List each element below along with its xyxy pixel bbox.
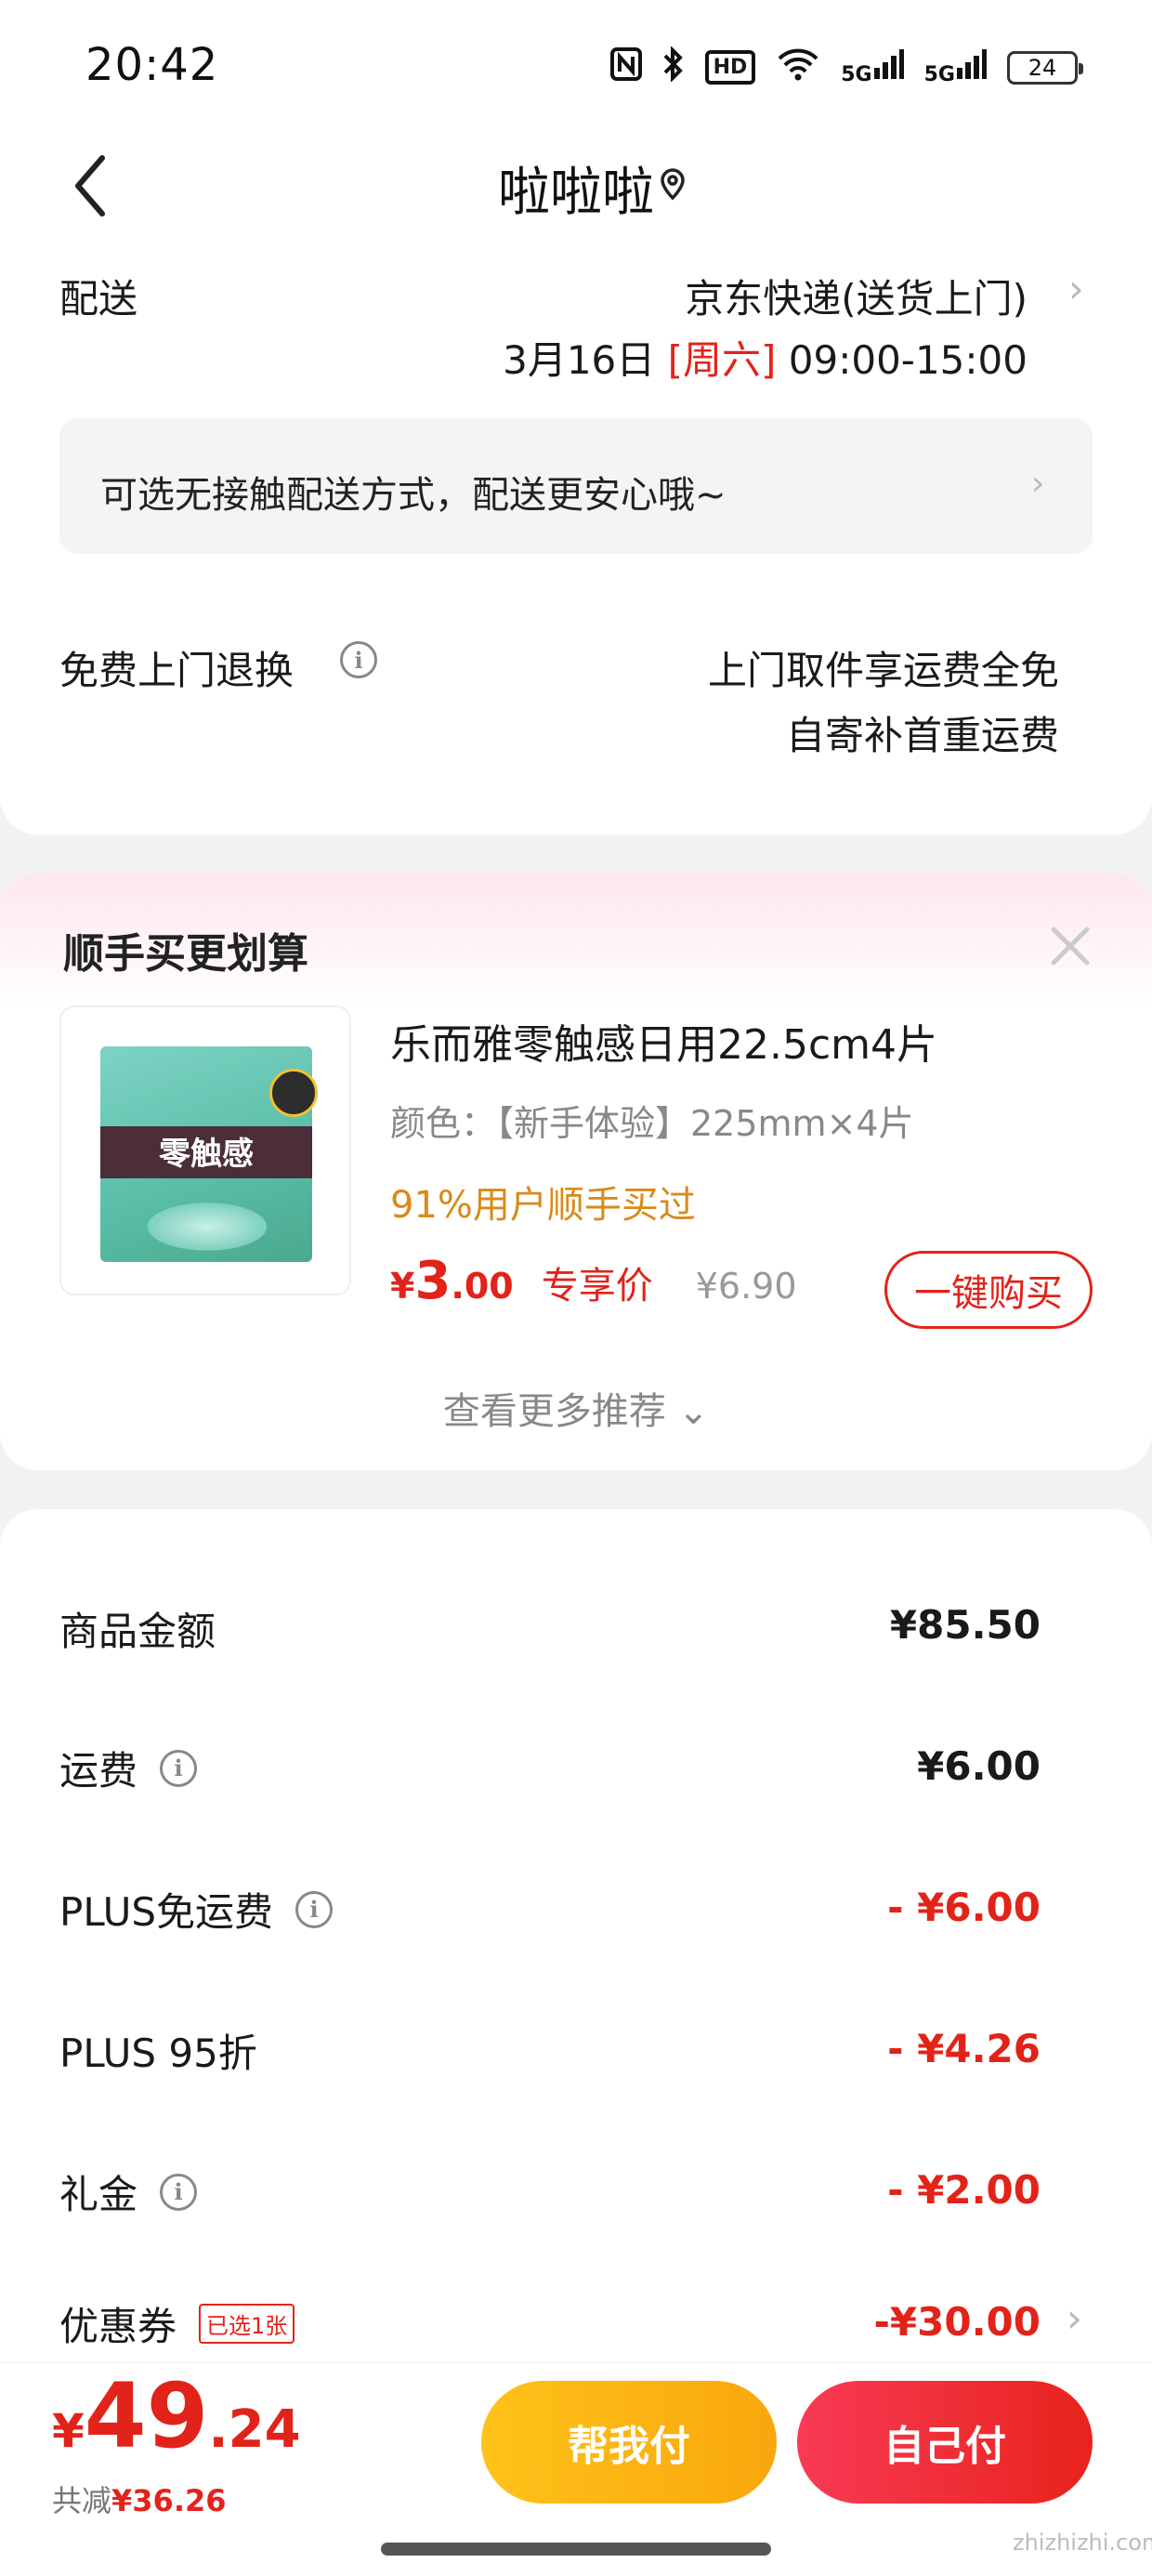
battery-icon: 24 [1007,50,1083,85]
chevron-right-icon: › [1031,465,1045,503]
return-policy-line2: 自寄补首重运费 [785,713,1059,758]
info-icon[interactable]: i [160,1749,198,1787]
close-icon[interactable] [1044,920,1096,972]
price-decimal: .00 [451,1266,514,1307]
summary-row-label[interactable]: 优惠券 已选1张 [59,2295,295,2352]
price-currency: ¥ [390,1266,415,1307]
contactless-notice-text: 可选无接触配送方式，配送更安心哦~ [100,474,727,517]
delivery-method[interactable]: 京东快递(送货上门) [685,268,1028,324]
delivery-date-prefix: 3月16日 [503,337,656,383]
plus-discount-value: - ¥4.26 [887,2026,1041,2071]
signal-5g-2-label: 5G [923,63,955,86]
status-icons: HD 5G 5G 24 [609,46,1083,88]
see-more-recommendations[interactable]: 查看更多推荐 ⌄ [0,1381,1152,1435]
summary-row-label: PLUS免运费 i [59,1881,334,1938]
shipping-label: 运费 [59,1748,138,1794]
total-saved: 共减¥36.26 [52,2477,227,2520]
delivery-time-window: 09:00-15:00 [788,337,1028,383]
return-policy-line1: 上门取件享运费全免 [707,648,1059,693]
saved-label: 共减 [52,2483,112,2518]
shipping-value: ¥6.00 [917,1743,1041,1789]
summary-row-label: 礼金 i [59,2163,198,2220]
coupon-selected-badge: 已选1张 [199,2304,295,2344]
total-integer: 49 [84,2364,209,2468]
product-spec: 颜色：【新手体验】225mm×4片 [390,1103,914,1144]
total-price: ¥ 49 .24 [52,2364,301,2468]
delivery-date-day: [周六] [667,337,777,383]
product-package-text: 零触感 [159,1136,254,1173]
gift-money-label: 礼金 [59,2172,138,2217]
delivery-label: 配送 [59,276,138,322]
summary-row-label: 商品金额 [59,1600,216,1657]
price-integer: 3 [414,1251,452,1311]
coupon-label: 优惠券 [59,2304,177,2349]
signal-5g-2-icon: 5G [924,47,987,87]
one-click-buy-button[interactable]: 一键购买 [884,1251,1093,1329]
product-package-badge [269,1069,318,1117]
page-title: 啦啦啦 [498,163,654,223]
original-price: ¥6.90 [695,1266,797,1307]
total-decimal: .24 [208,2399,301,2460]
product-package-leaf [137,1199,277,1255]
nfc-icon [609,47,642,87]
info-icon[interactable]: i [295,1890,334,1928]
pay-myself-button[interactable]: 自己付 [797,2381,1093,2504]
location-pin-icon[interactable] [656,167,689,201]
gift-money-value: - ¥2.00 [887,2167,1041,2213]
saved-amount: ¥36.26 [111,2483,227,2518]
goods-amount-value: ¥85.50 [889,1602,1041,1648]
signal-5g-1-label: 5G [841,63,872,86]
plus-free-shipping-label: PLUS免运费 [59,1889,274,1935]
coupon-value[interactable]: -¥30.00 [873,2299,1041,2345]
info-icon[interactable]: i [160,2173,198,2211]
recommendation-title: 顺手买更划算 [63,930,308,978]
chevron-right-icon[interactable]: › [1068,266,1084,311]
hd-icon: HD [704,50,756,85]
signal-5g-1-icon: 5G [841,47,904,87]
return-label: 免费上门退换 [59,648,295,693]
product-name[interactable]: 乐而雅零触感日用22.5cm4片 [390,1011,937,1071]
summary-row-label: 运费 i [59,1740,198,1796]
bluetooth-icon [662,46,685,88]
chevron-right-icon[interactable]: › [1067,2295,1082,2341]
info-icon[interactable]: i [340,641,377,678]
watermark: zhizhizhi.com [1013,2530,1152,2556]
summary-row-label: PLUS 95折 [59,2022,257,2079]
status-time: 20:42 [85,39,219,91]
product-price-row: ¥ 3 .00 专享价 ¥6.90 [390,1251,797,1311]
wifi-icon [776,47,820,87]
goods-amount-label: 商品金额 [59,1609,216,1654]
exclusive-price-tag: 专享价 [541,1265,653,1308]
product-social-proof: 91%用户顺手买过 [390,1184,696,1227]
plus-free-shipping-value: - ¥6.00 [887,1885,1041,1930]
total-currency: ¥ [52,2404,85,2458]
delivery-date[interactable]: 3月16日 [周六] 09:00-15:00 [503,329,1028,386]
plus-discount-label: PLUS 95折 [59,2031,257,2076]
home-indicator[interactable] [381,2543,771,2556]
help-me-pay-button[interactable]: 帮我付 [481,2381,777,2504]
